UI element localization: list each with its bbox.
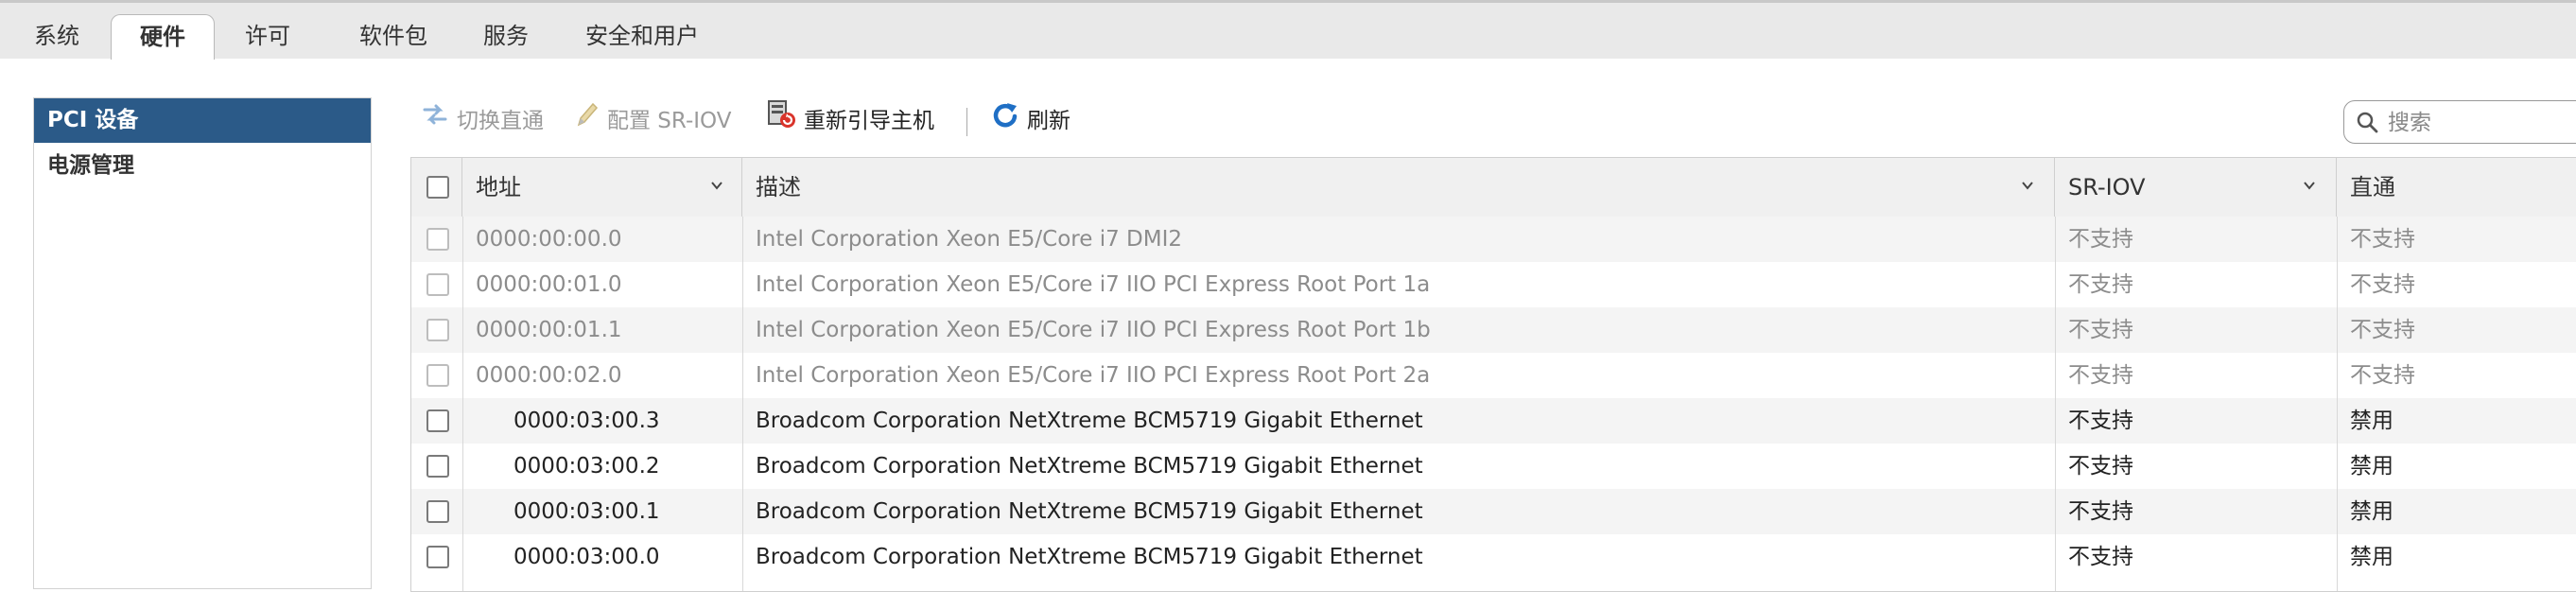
row-checkbox[interactable]: [426, 273, 449, 296]
column-divider: [742, 217, 743, 591]
cell-address: 0000:00:02.0: [476, 363, 622, 388]
cell-sriov: 不支持: [2068, 454, 2133, 479]
table-header: 地址 描述 SR-IOV 直通: [411, 158, 2576, 218]
search-box: [2343, 100, 2576, 144]
table-row[interactable]: 0000:00:01.0 Intel Corporation Xeon E5/Co…: [411, 262, 2576, 307]
tab-bar: 系统 硬件 许可 软件包 服务 安全和用户: [0, 3, 2576, 60]
row-checkbox[interactable]: [426, 409, 449, 432]
chevron-down-icon[interactable]: [710, 179, 723, 192]
cell-sriov: 不支持: [2068, 545, 2133, 569]
cell-passthrough: 禁用: [2350, 409, 2393, 433]
search-input[interactable]: [2386, 107, 2576, 139]
reboot-host-button[interactable]: 重新引导主机: [766, 98, 934, 144]
cell-address: 0000:03:00.2: [513, 454, 660, 479]
column-header-address[interactable]: 地址: [462, 158, 742, 217]
toggle-passthrough-label: 切换直通: [457, 109, 544, 133]
cell-passthrough: 不支持: [2350, 272, 2415, 297]
chevron-down-icon[interactable]: [2021, 179, 2034, 192]
pci-device-table: 地址 描述 SR-IOV 直通 0000:00:00.0 Intel Corpor…: [410, 157, 2576, 592]
toggle-passthrough-button[interactable]: 切换直通: [421, 98, 544, 144]
sidebar: PCI 设备 电源管理: [33, 97, 372, 589]
column-divider: [2055, 217, 2056, 591]
column-description-label: 描述: [756, 174, 801, 200]
configure-sriov-label: 配置 SR-IOV: [607, 109, 732, 133]
table-row[interactable]: 0000:03:00.2 Broadcom Corporation NetXtre…: [411, 444, 2576, 489]
cell-passthrough: 禁用: [2350, 545, 2393, 569]
cell-passthrough: 不支持: [2350, 363, 2415, 388]
row-checkbox[interactable]: [426, 546, 449, 568]
row-checkbox[interactable]: [426, 364, 449, 387]
chevron-down-icon[interactable]: [2303, 179, 2316, 192]
cell-description: Broadcom Corporation NetXtreme BCM5719 G…: [756, 454, 1423, 479]
cell-sriov: 不支持: [2068, 272, 2133, 297]
cell-address: 0000:00:01.0: [476, 272, 622, 297]
cell-description: Intel Corporation Xeon E5/Core i7 IIO PC…: [756, 318, 1431, 342]
configure-sriov-button[interactable]: 配置 SR-IOV: [575, 98, 731, 144]
cell-passthrough: 不支持: [2350, 318, 2415, 342]
cell-passthrough: 禁用: [2350, 454, 2393, 479]
cell-passthrough: 不支持: [2350, 227, 2415, 252]
refresh-label: 刷新: [1027, 109, 1070, 133]
cell-sriov: 不支持: [2068, 363, 2133, 388]
header-select-cell: [411, 158, 462, 217]
cell-description: Intel Corporation Xeon E5/Core i7 IIO PC…: [756, 363, 1431, 388]
sidebar-item-pci-devices[interactable]: PCI 设备: [34, 98, 371, 143]
sidebar-item-power-management[interactable]: 电源管理: [34, 144, 371, 188]
table-row[interactable]: 0000:03:00.0 Broadcom Corporation NetXtre…: [411, 534, 2576, 580]
swap-icon: [421, 99, 449, 145]
cell-sriov: 不支持: [2068, 318, 2133, 342]
column-header-sriov[interactable]: SR-IOV: [2055, 158, 2337, 217]
row-checkbox[interactable]: [426, 455, 449, 478]
table-row[interactable]: 0000:03:00.3 Broadcom Corporation NetXtre…: [411, 398, 2576, 444]
column-divider: [462, 217, 463, 591]
cell-description: Intel Corporation Xeon E5/Core i7 DMI2: [756, 227, 1183, 252]
cell-address: 0000:03:00.1: [513, 499, 660, 524]
cell-address: 0000:00:00.0: [476, 227, 622, 252]
row-checkbox[interactable]: [426, 228, 449, 251]
table-row[interactable]: 0000:03:00.1 Broadcom Corporation NetXtre…: [411, 489, 2576, 534]
tab-license[interactable]: 许可: [230, 14, 305, 59]
cell-sriov: 不支持: [2068, 409, 2133, 433]
tab-security-users[interactable]: 安全和用户: [579, 14, 705, 59]
column-header-description[interactable]: 描述: [742, 158, 2055, 217]
column-header-passthrough[interactable]: 直通: [2337, 158, 2576, 217]
tab-services[interactable]: 服务: [471, 14, 541, 59]
tab-packages[interactable]: 软件包: [344, 14, 443, 59]
table-row[interactable]: 0000:00:02.0 Intel Corporation Xeon E5/Co…: [411, 353, 2576, 398]
toolbar-separator: [966, 108, 967, 136]
column-sriov-label: SR-IOV: [2068, 174, 2146, 200]
host-reboot-icon: [766, 98, 796, 145]
table-row[interactable]: 0000:00:00.0 Intel Corporation Xeon E5/Co…: [411, 217, 2576, 262]
column-passthrough-label: 直通: [2350, 174, 2395, 200]
cell-description: Broadcom Corporation NetXtreme BCM5719 G…: [756, 499, 1423, 524]
cell-description: Broadcom Corporation NetXtreme BCM5719 G…: [756, 409, 1423, 433]
reboot-host-label: 重新引导主机: [804, 109, 934, 133]
cell-description: Broadcom Corporation NetXtreme BCM5719 G…: [756, 545, 1423, 569]
cell-sriov: 不支持: [2068, 499, 2133, 524]
tab-hardware[interactable]: 硬件: [111, 14, 215, 60]
cell-passthrough: 禁用: [2350, 499, 2393, 524]
row-checkbox[interactable]: [426, 500, 449, 523]
cell-address: 0000:03:00.3: [513, 409, 660, 433]
column-address-label: 地址: [476, 174, 521, 200]
tab-system[interactable]: 系统: [21, 14, 93, 59]
search-icon: [2356, 111, 2378, 137]
cell-sriov: 不支持: [2068, 227, 2133, 252]
pencil-icon: [575, 99, 600, 145]
refresh-icon: [991, 99, 1019, 145]
cell-description: Intel Corporation Xeon E5/Core i7 IIO PC…: [756, 272, 1431, 297]
table-row[interactable]: 0000:00:01.1 Intel Corporation Xeon E5/Co…: [411, 307, 2576, 353]
cell-address: 0000:00:01.1: [476, 318, 622, 342]
select-all-checkbox[interactable]: [426, 176, 449, 199]
cell-address: 0000:03:00.0: [513, 545, 660, 569]
row-checkbox[interactable]: [426, 319, 449, 341]
refresh-button[interactable]: 刷新: [991, 98, 1070, 144]
column-divider: [2337, 217, 2338, 591]
